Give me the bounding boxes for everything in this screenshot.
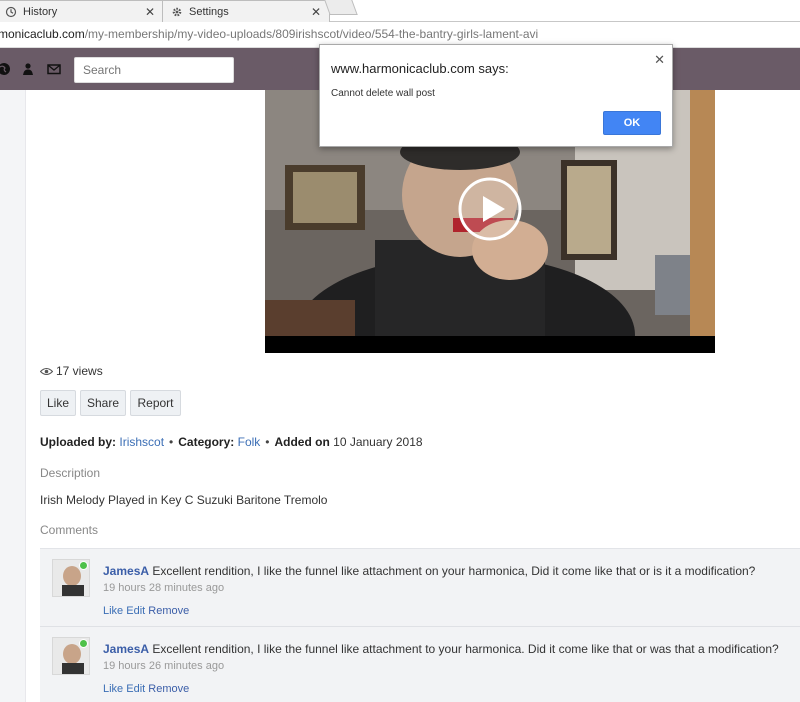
comment-remove-link[interactable]: Remove	[148, 605, 189, 617]
comment-like-link[interactable]: Like	[103, 605, 123, 617]
tab-history[interactable]: History ✕	[0, 0, 164, 22]
uploader-link[interactable]: Irishscot	[119, 435, 164, 449]
close-icon[interactable]: ✕	[654, 52, 665, 68]
uploaded-by-label: Uploaded by:	[40, 435, 117, 449]
comment-time: 19 hours 26 minutes ago	[103, 660, 225, 672]
comment-item: JamesA Excellent rendition, I like the f…	[40, 549, 800, 626]
left-sidebar	[0, 90, 26, 702]
dialog-message: Cannot delete wall post	[331, 88, 435, 99]
comments-heading: Comments	[40, 523, 99, 537]
url-path: /my-membership/my-video-uploads/809irish…	[84, 27, 539, 41]
report-button[interactable]: Report	[130, 390, 181, 416]
share-button[interactable]: Share	[80, 390, 126, 416]
added-date: 10 January 2018	[333, 435, 423, 449]
page-root: History ✕ Settings ✕ monicaclub.com/my-m…	[0, 0, 800, 702]
browser-tab-strip: History ✕ Settings ✕	[0, 0, 800, 22]
search-input[interactable]	[74, 57, 234, 83]
dialog-title: www.harmonicaclub.com says:	[331, 61, 509, 76]
online-status-badge	[79, 639, 88, 648]
url-text[interactable]: monicaclub.com/my-membership/my-video-up…	[0, 27, 538, 41]
comment-edit-link[interactable]: Edit	[126, 683, 145, 695]
comments-list: JamesA Excellent rendition, I like the f…	[40, 548, 800, 702]
comment-edit-link[interactable]: Edit	[126, 605, 145, 617]
tab-settings[interactable]: Settings ✕	[162, 0, 330, 22]
url-host: monicaclub.com	[0, 27, 85, 41]
mail-icon[interactable]	[47, 62, 61, 76]
ok-button[interactable]: OK	[603, 111, 661, 135]
globe-icon[interactable]	[0, 62, 11, 76]
comment-body: JamesA Excellent rendition, I like the f…	[103, 564, 755, 578]
added-on-label: Added on	[274, 435, 330, 449]
comment-remove-link[interactable]: Remove	[148, 683, 189, 695]
avatar[interactable]	[52, 637, 90, 675]
comment-like-link[interactable]: Like	[103, 683, 123, 695]
comment-actions: Like Edit Remove	[103, 605, 189, 617]
comment-author[interactable]: JamesA	[103, 564, 149, 578]
online-status-badge	[79, 561, 88, 570]
video-meta: Uploaded by: Irishscot • Category: Folk • Ad…	[40, 435, 423, 449]
comment-item: JamesA Excellent rendition, I like the f…	[40, 626, 800, 702]
close-tab-icon[interactable]: ✕	[145, 5, 155, 19]
views-text: 17 views	[56, 364, 103, 378]
description-heading: Description	[40, 466, 101, 480]
comment-text: Excellent rendition, I like the funnel l…	[152, 642, 779, 656]
comment-author[interactable]: JamesA	[103, 642, 149, 656]
tab-settings-label: Settings	[189, 5, 229, 18]
comment-time: 19 hours 28 minutes ago	[103, 582, 225, 594]
new-tab-button[interactable]	[324, 0, 358, 15]
comment-actions: Like Edit Remove	[103, 683, 189, 695]
video-control-bar	[265, 336, 715, 353]
view-count: 17 views	[40, 364, 103, 378]
history-icon	[5, 6, 17, 17]
eye-icon	[40, 367, 53, 375]
play-button-icon[interactable]	[457, 176, 523, 242]
gear-icon	[172, 7, 182, 16]
comment-text: Excellent rendition, I like the funnel l…	[152, 564, 756, 578]
close-tab-icon[interactable]: ✕	[311, 5, 321, 19]
category-label: Category:	[178, 435, 235, 449]
description-text: Irish Melody Played in Key C Suzuki Bari…	[40, 493, 328, 507]
alert-dialog: www.harmonicaclub.com says: ✕ Cannot del…	[319, 44, 673, 147]
tab-history-label: History	[23, 5, 58, 18]
avatar[interactable]	[52, 559, 90, 597]
like-button[interactable]: Like	[40, 390, 76, 416]
person-icon[interactable]	[21, 62, 35, 76]
category-link[interactable]: Folk	[238, 435, 261, 449]
comment-body: JamesA Excellent rendition, I like the f…	[103, 642, 779, 656]
